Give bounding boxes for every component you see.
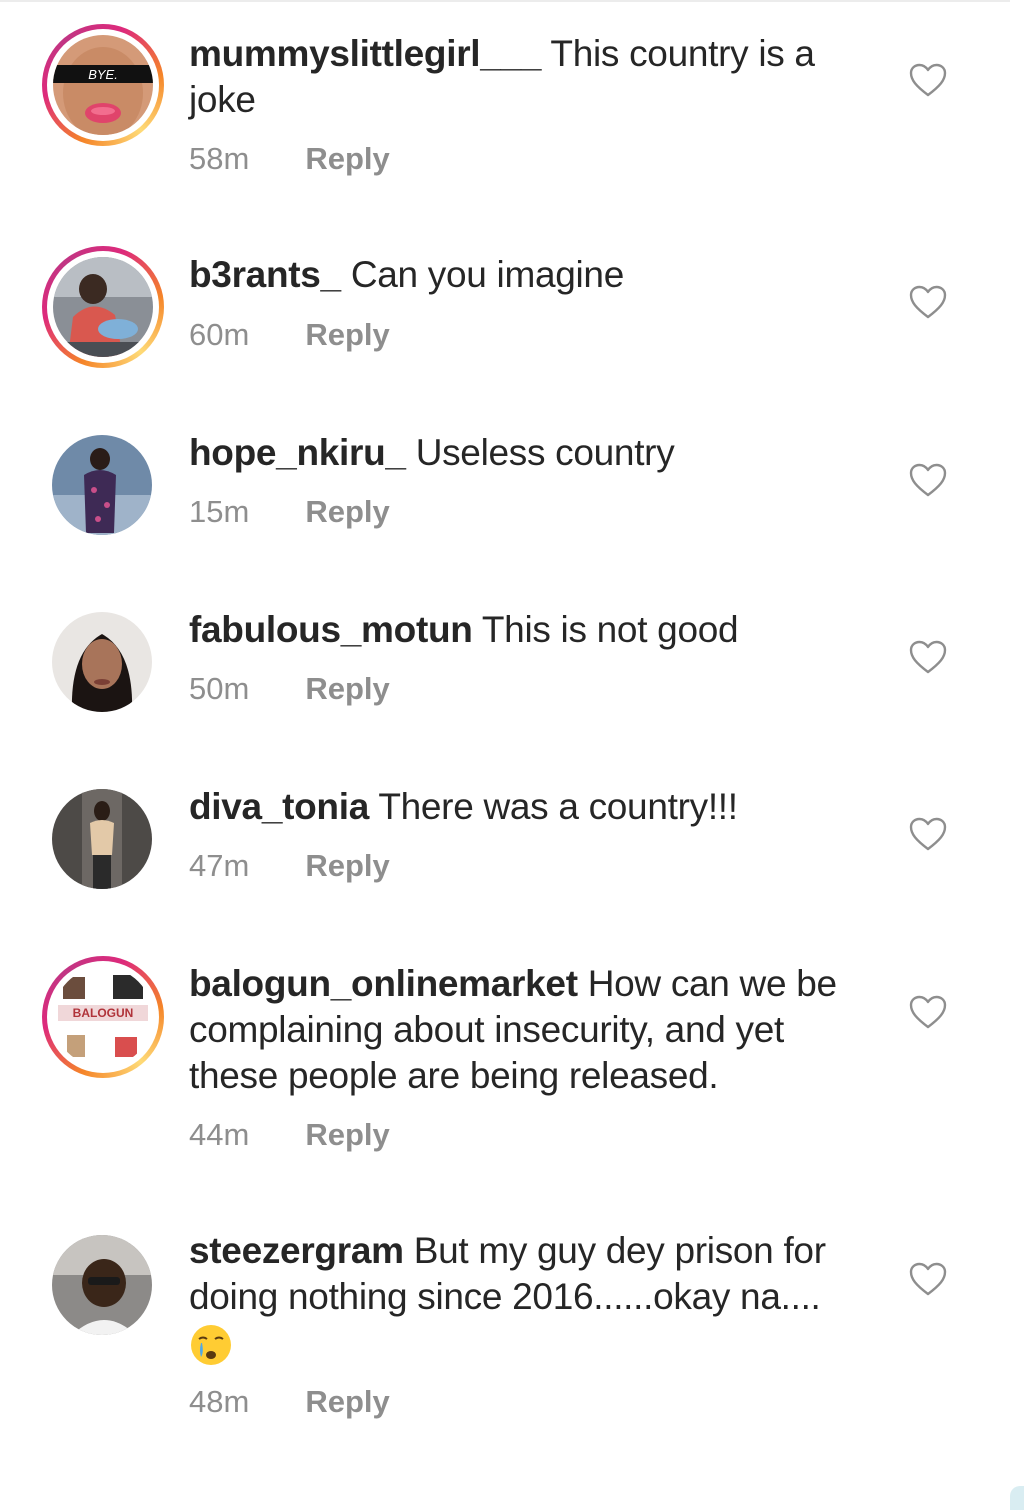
comment-username[interactable]: diva_tonia <box>189 786 369 827</box>
comment-text: Can you imagine <box>350 254 624 295</box>
comment-username[interactable]: steezergram <box>189 1230 404 1271</box>
heart-outline-icon[interactable] <box>908 1261 948 1297</box>
comment-time: 50m <box>189 671 250 706</box>
comment-body: diva_tonia There was a country!!! <box>189 784 869 830</box>
comment-meta: 50m Reply <box>189 671 390 707</box>
heart-outline-icon[interactable] <box>908 62 948 98</box>
comment-meta: 15m Reply <box>189 494 390 530</box>
heart-outline-icon[interactable] <box>908 816 948 852</box>
avatar <box>53 257 153 357</box>
comment-meta: 48m Reply <box>189 1384 390 1420</box>
reply-button[interactable]: Reply <box>305 494 389 530</box>
avatar: BALOGUN <box>53 967 153 1067</box>
reply-button[interactable]: Reply <box>305 671 389 707</box>
comment-time: 15m <box>189 494 250 529</box>
avatar: BYE. <box>53 35 153 135</box>
comment-body: steezergram But my guy dey prison for do… <box>189 1228 869 1367</box>
comment-time: 44m <box>189 1117 250 1152</box>
comment-body: mummyslittlegirl___ This country is a jo… <box>189 31 869 123</box>
top-divider <box>0 0 1010 2</box>
avatar[interactable] <box>52 1235 152 1335</box>
heart-outline-icon[interactable] <box>908 639 948 675</box>
avatar-story-ring[interactable] <box>42 246 164 368</box>
crying-face-emoji <box>189 1323 233 1367</box>
reply-button[interactable]: Reply <box>305 317 389 353</box>
comment-body: fabulous_motun This is not good <box>189 607 869 653</box>
corner-indicator <box>1010 1486 1024 1510</box>
heart-outline-icon[interactable] <box>908 994 948 1030</box>
comment-text: This is not good <box>481 609 739 650</box>
comment-meta: 58m Reply <box>189 141 390 177</box>
comment-username[interactable]: balogun_onlinemarket <box>189 963 578 1004</box>
reply-button[interactable]: Reply <box>305 1384 389 1420</box>
comment-username[interactable]: mummyslittlegirl___ <box>189 33 541 74</box>
comment-meta: 60m Reply <box>189 317 390 353</box>
heart-outline-icon[interactable] <box>908 284 948 320</box>
comment-body: balogun_onlinemarket How can we be compl… <box>189 961 869 1099</box>
reply-button[interactable]: Reply <box>305 1117 389 1153</box>
avatar-story-ring[interactable]: BALOGUN <box>42 956 164 1078</box>
reply-button[interactable]: Reply <box>305 848 389 884</box>
comment-text: There was a country!!! <box>378 786 738 827</box>
comment-text: Useless country <box>415 432 675 473</box>
comment-meta: 47m Reply <box>189 848 390 884</box>
avatar[interactable] <box>52 435 152 535</box>
comment-body: b3rants_ Can you imagine <box>189 252 869 298</box>
comment-time: 60m <box>189 317 250 352</box>
comment-time: 58m <box>189 141 250 176</box>
comment-time: 47m <box>189 848 250 883</box>
heart-outline-icon[interactable] <box>908 462 948 498</box>
comment-username[interactable]: fabulous_motun <box>189 609 473 650</box>
avatar-text: BYE. <box>88 67 118 82</box>
comment-body: hope_nkiru_ Useless country <box>189 430 869 476</box>
comment-username[interactable]: hope_nkiru_ <box>189 432 406 473</box>
comments-screen: BYE. mummyslittlegirl___ This country is… <box>0 0 1024 1510</box>
comment-time: 48m <box>189 1384 250 1419</box>
avatar-story-ring[interactable]: BYE. <box>42 24 164 146</box>
avatar[interactable] <box>52 612 152 712</box>
comment-meta: 44m Reply <box>189 1117 390 1153</box>
avatar[interactable] <box>52 789 152 889</box>
comment-username[interactable]: b3rants_ <box>189 254 341 295</box>
reply-button[interactable]: Reply <box>305 141 389 177</box>
avatar-text: BALOGUN <box>73 1006 134 1020</box>
